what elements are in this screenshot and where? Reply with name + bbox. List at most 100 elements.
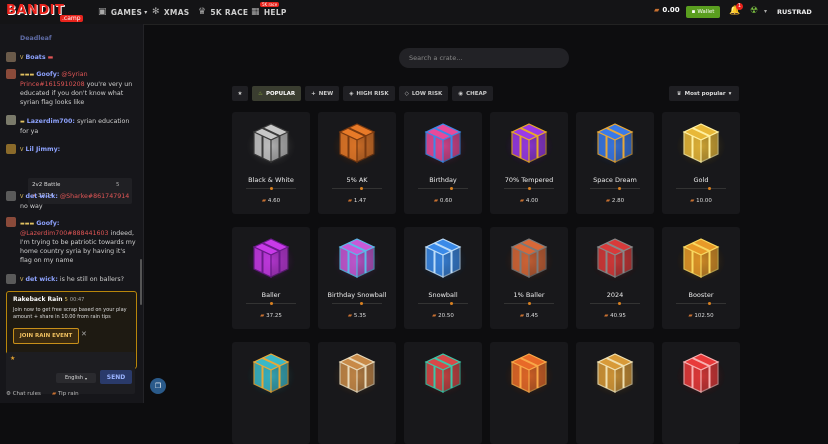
risk-bar bbox=[676, 303, 726, 304]
scrap-coin-icon: ▰ bbox=[654, 6, 660, 14]
avatar[interactable] bbox=[6, 274, 16, 284]
crate-price: ▰ 8.45 bbox=[519, 313, 539, 319]
scrap-coin-icon: ▰ bbox=[433, 198, 439, 204]
avatar[interactable] bbox=[6, 52, 16, 62]
risk-bar bbox=[590, 188, 640, 189]
crate-card[interactable]: Black & White ▰ 4.60 bbox=[232, 112, 310, 214]
avatar[interactable] bbox=[6, 217, 16, 227]
crate-card[interactable]: 2024 ▰ 40.95 bbox=[576, 227, 654, 329]
chevron-down-icon: ▾ bbox=[144, 8, 148, 16]
risk-indicator bbox=[450, 187, 453, 190]
fire-icon: ♨ bbox=[258, 90, 263, 97]
crate-card[interactable]: Booster ▰ 102.50 bbox=[662, 227, 740, 329]
crate-icon bbox=[247, 238, 295, 281]
filter-cheap[interactable]: ◉ CHEAP bbox=[452, 86, 493, 101]
site-logo[interactable]: BANDIT .camp bbox=[6, 2, 86, 22]
close-icon[interactable]: ✕ bbox=[81, 330, 87, 338]
crate-card[interactable]: Birthday ▰ 0.60 bbox=[404, 112, 482, 214]
scrap-coin-icon: ▰ bbox=[519, 198, 525, 204]
chat-scrollbar[interactable] bbox=[140, 259, 142, 305]
filter-high-risk[interactable]: ◈ HIGH RISK bbox=[343, 86, 395, 101]
crate-icon bbox=[677, 123, 725, 166]
emoji-icon[interactable]: ★ bbox=[10, 355, 15, 362]
crate-card[interactable]: Snowball ▰ 20.50 bbox=[404, 227, 482, 329]
crate-price: ▰ 4.00 bbox=[519, 198, 539, 204]
user-count: 5 bbox=[64, 297, 68, 303]
crate-name: Baller bbox=[261, 291, 281, 299]
crate-search-input[interactable]: Search a crate... bbox=[399, 48, 569, 68]
chat-message: V Lil Jimmy: bbox=[20, 146, 61, 153]
crate-card[interactable] bbox=[576, 342, 654, 444]
chat-rules-link[interactable]: ⚙ Chat rules bbox=[6, 391, 41, 397]
nav-help[interactable]: ▦ HELP bbox=[251, 0, 287, 24]
flags-icon: ▬▬▬ bbox=[20, 221, 35, 227]
level-icon: V bbox=[20, 277, 24, 283]
tag-icon: ◉ bbox=[458, 90, 464, 97]
chevron-down-icon[interactable]: ▾ bbox=[764, 8, 767, 15]
crate-icon bbox=[333, 353, 381, 396]
level-icon: V bbox=[20, 147, 24, 153]
crate-price: ▰ 2.80 bbox=[605, 198, 625, 204]
username[interactable]: RUSTRAD bbox=[777, 8, 812, 16]
crown-icon: ♛ bbox=[676, 90, 682, 97]
crate-icon bbox=[505, 123, 553, 166]
crate-name: Booster bbox=[688, 291, 714, 299]
avatar[interactable] bbox=[6, 69, 16, 79]
sort-dropdown[interactable]: ♛ Most popular ▾ bbox=[669, 86, 739, 101]
crate-icon bbox=[419, 353, 467, 396]
help-icon: ▦ bbox=[251, 7, 260, 17]
risk-indicator bbox=[450, 302, 453, 305]
tip-icon: ▰ bbox=[52, 391, 57, 397]
filter-bar: ★ ♨ POPULAR + NEW ◈ HIGH RISK ◇ LOW RISK ◉ CH… bbox=[232, 86, 493, 101]
scrap-coin-icon: ▰ bbox=[604, 313, 609, 319]
scrap-coin-icon: ▰ bbox=[261, 198, 267, 204]
crate-card[interactable]: 1% Baller ▰ 8.45 bbox=[490, 227, 568, 329]
crate-name: Birthday Snowball bbox=[327, 291, 387, 299]
logo-subtext: .camp bbox=[60, 15, 83, 22]
nav-5k-race[interactable]: ♛ 5K RACE bbox=[198, 0, 248, 24]
tip-rain-link[interactable]: ▰ Tip rain bbox=[52, 391, 79, 397]
nav-xmas[interactable]: ✻ XMAS bbox=[152, 0, 190, 24]
filter-new[interactable]: + NEW bbox=[305, 86, 340, 101]
crate-icon bbox=[247, 353, 295, 396]
chat-message: Deadleaf bbox=[20, 35, 52, 42]
risk-bar bbox=[418, 188, 468, 189]
chat-sidebar: Deadleaf V Boats ▬ ▬▬▬ Goofy: @Syrian Pr… bbox=[0, 24, 144, 403]
crate-card[interactable]: Birthday Snowball ▰ 5.35 bbox=[318, 227, 396, 329]
join-rain-button[interactable]: JOIN RAIN EVENT bbox=[13, 328, 79, 344]
gear-icon: ⚙ bbox=[6, 391, 11, 397]
crate-card[interactable]: 70% Tempered ▰ 4.00 bbox=[490, 112, 568, 214]
plus-icon: + bbox=[311, 90, 316, 97]
high-risk-icon: ◈ bbox=[349, 90, 354, 97]
avatar[interactable] bbox=[6, 144, 16, 154]
crate-card[interactable] bbox=[232, 342, 310, 444]
crate-card[interactable]: 5% AK ▰ 1.47 bbox=[318, 112, 396, 214]
crate-card[interactable] bbox=[404, 342, 482, 444]
risk-indicator bbox=[708, 302, 711, 305]
wallet-button[interactable]: ▪ Wallet bbox=[686, 6, 720, 18]
low-risk-icon: ◇ bbox=[404, 90, 409, 97]
crate-card[interactable] bbox=[662, 342, 740, 444]
filter-popular[interactable]: ♨ POPULAR bbox=[252, 86, 302, 101]
crate-price: ▰ 20.50 bbox=[432, 313, 454, 319]
filter-low-risk[interactable]: ◇ LOW RISK bbox=[398, 86, 449, 101]
flags-icon: ▬▬▬ bbox=[20, 72, 35, 78]
send-button[interactable]: SEND bbox=[100, 370, 132, 384]
risk-indicator bbox=[708, 187, 711, 190]
crate-card[interactable]: Space Dream ▰ 2.80 bbox=[576, 112, 654, 214]
favorites-filter[interactable]: ★ bbox=[232, 86, 248, 101]
chat-toggle-button[interactable]: ❐ bbox=[150, 378, 166, 394]
avatar[interactable] bbox=[6, 115, 16, 125]
avatar[interactable] bbox=[6, 191, 16, 201]
crate-card[interactable]: Gold ▰ 10.00 bbox=[662, 112, 740, 214]
crate-card[interactable] bbox=[318, 342, 396, 444]
risk-indicator bbox=[270, 302, 273, 305]
user-avatar-icon[interactable]: ☢ bbox=[750, 6, 758, 16]
crate-card[interactable] bbox=[490, 342, 568, 444]
scrap-coin-icon: ▰ bbox=[690, 198, 695, 204]
crate-icon bbox=[505, 238, 553, 281]
crate-price: ▰ 4.60 bbox=[261, 198, 281, 204]
language-select[interactable]: English ▾ bbox=[56, 373, 96, 383]
nav-games[interactable]: ▣ GAMES ▾ bbox=[98, 0, 148, 24]
crate-card[interactable]: Baller ▰ 37.25 bbox=[232, 227, 310, 329]
